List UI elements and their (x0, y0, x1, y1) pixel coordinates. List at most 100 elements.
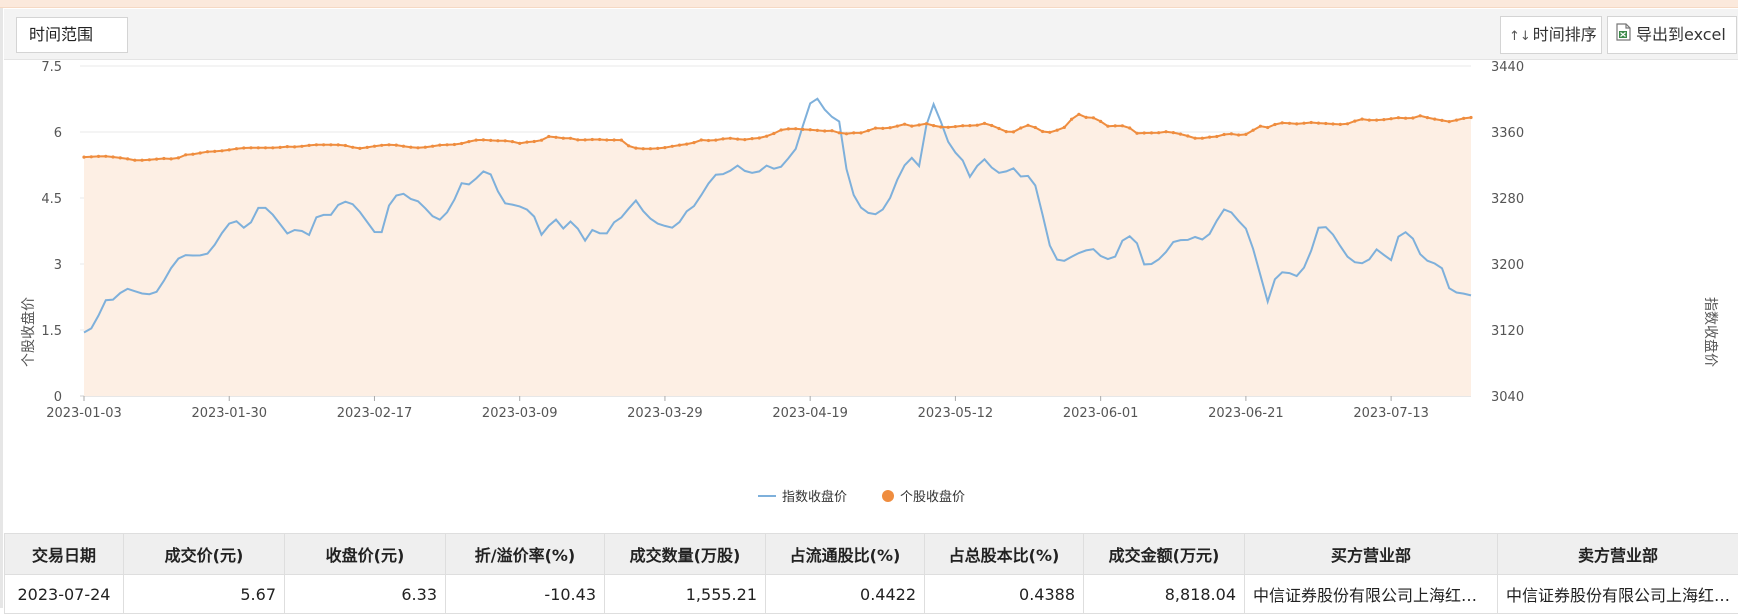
stock-point (576, 138, 579, 141)
col-premium-rate[interactable]: 折/溢价率(%) (446, 534, 605, 575)
right-tick-label: 3200 (1491, 258, 1524, 273)
stock-point (373, 145, 376, 148)
stock-point (380, 144, 383, 147)
stock-point (1194, 137, 1197, 140)
left-tick-label: 0 (54, 390, 62, 405)
stock-point (1012, 130, 1015, 133)
stock-point (896, 125, 899, 128)
stock-point (540, 139, 543, 142)
stock-point (939, 125, 942, 128)
left-tick-label: 1.5 (41, 324, 62, 339)
col-seller[interactable]: 卖方营业部 (1498, 534, 1738, 575)
stock-point (162, 157, 165, 160)
x-tick-label: 2023-04-19 (772, 406, 848, 421)
stock-point (351, 146, 354, 149)
stock-point (852, 131, 855, 134)
left-tick-label: 7.5 (41, 60, 62, 75)
time-sort-label: 时间排序 (1533, 25, 1597, 44)
stock-point (257, 146, 260, 149)
stock-point (220, 149, 223, 152)
export-excel-button[interactable]: 导出到excel (1607, 16, 1737, 54)
time-sort-button[interactable]: ↑↓时间排序 (1500, 16, 1602, 54)
stock-point (1346, 122, 1349, 125)
stock-point (1114, 124, 1117, 127)
stock-point (1063, 126, 1066, 129)
stock-point (1128, 126, 1131, 129)
left-tick-label: 3 (54, 258, 62, 273)
col-amount[interactable]: 成交金额(万元) (1084, 534, 1245, 575)
col-total-ratio[interactable]: 占总股本比(%) (925, 534, 1084, 575)
stock-point (1382, 118, 1385, 121)
stock-point (961, 124, 964, 127)
col-trade-date[interactable]: 交易日期 (5, 534, 124, 575)
col-volume[interactable]: 成交数量(万股) (605, 534, 766, 575)
stock-point (271, 146, 274, 149)
stock-point (460, 142, 463, 145)
stock-point (729, 137, 732, 140)
stock-point (721, 137, 724, 140)
stock-point (1331, 122, 1334, 125)
time-range-button[interactable]: 时间范围 (16, 17, 128, 53)
stock-point (910, 125, 913, 128)
stock-point (184, 153, 187, 156)
stock-point (1085, 116, 1088, 119)
stock-point (344, 144, 347, 147)
stock-point (1077, 113, 1080, 116)
stock-point (308, 144, 311, 147)
stock-point (736, 138, 739, 141)
stock-point (692, 141, 695, 144)
stock-point (859, 131, 862, 134)
stock-point (780, 128, 783, 131)
stock-point (402, 145, 405, 148)
stock-point (714, 139, 717, 142)
stock-point (1005, 130, 1008, 133)
col-float-ratio[interactable]: 占流通股比(%) (766, 534, 925, 575)
chart-legend: 指数收盘价 个股收盘价 (758, 489, 965, 505)
stock-point (1223, 133, 1226, 136)
stock-point (1172, 131, 1175, 134)
stock-point (141, 159, 144, 162)
stock-point (1302, 122, 1305, 125)
stock-point (148, 158, 151, 161)
stock-point (322, 143, 325, 146)
stock-point (300, 145, 303, 148)
col-close-price[interactable]: 收盘价(元) (285, 534, 446, 575)
stock-point (932, 124, 935, 127)
stock-point (1106, 125, 1109, 128)
stock-point (830, 129, 833, 132)
stock-point (765, 135, 768, 138)
stock-point (1317, 122, 1320, 125)
col-trade-price[interactable]: 成交价(元) (124, 534, 285, 575)
x-tick-label: 2023-03-29 (627, 406, 703, 421)
stock-point (1056, 129, 1059, 132)
col-buyer[interactable]: 买方营业部 (1245, 534, 1498, 575)
stock-point (1135, 132, 1138, 135)
stock-point (1026, 124, 1029, 127)
stock-point (1150, 131, 1153, 134)
stock-point (809, 128, 812, 131)
stock-point (1164, 130, 1167, 133)
stock-point (496, 139, 499, 142)
stock-point (1201, 137, 1204, 140)
stock-point (997, 127, 1000, 130)
x-tick-label: 2023-05-12 (918, 406, 994, 421)
x-tick-label: 2023-06-01 (1063, 406, 1139, 421)
stock-point (453, 143, 456, 146)
stock-point (1368, 119, 1371, 122)
stock-point (627, 144, 630, 147)
stock-point (489, 139, 492, 142)
stock-point (337, 143, 340, 146)
x-tick-label: 2023-01-30 (191, 406, 267, 421)
stock-point (1244, 133, 1247, 136)
stock-point (925, 122, 928, 125)
stock-point (1433, 118, 1436, 121)
stock-point (249, 146, 252, 149)
stock-point (547, 135, 550, 138)
stock-point (751, 137, 754, 140)
top-accent-bar (0, 0, 1738, 8)
stock-point (206, 150, 209, 153)
stock-point (1353, 120, 1356, 123)
stock-point (424, 146, 427, 149)
right-tick-label: 3360 (1491, 126, 1524, 141)
stock-point (97, 155, 100, 158)
